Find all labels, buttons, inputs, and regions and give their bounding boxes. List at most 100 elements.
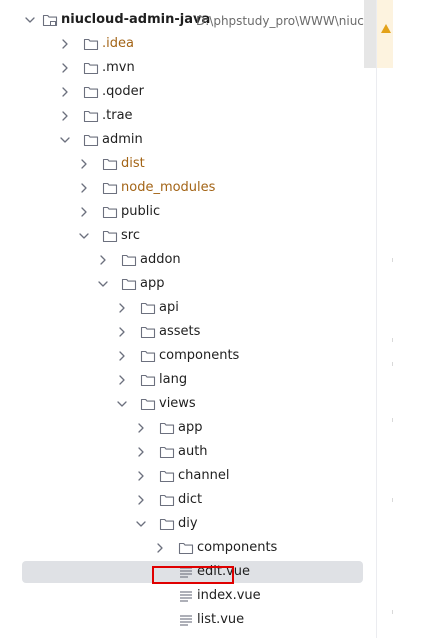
gutter-marker (392, 498, 393, 502)
tree-item-label: components (159, 348, 240, 363)
tree-item-label: assets (159, 324, 201, 339)
tree-folder-row[interactable]: dist (0, 153, 376, 175)
tree-folder-row[interactable]: node_modules (0, 177, 376, 199)
tree-item-label: app (178, 420, 203, 435)
chevron-right-icon[interactable] (135, 445, 147, 459)
warning-icon[interactable] (381, 24, 391, 33)
tree-folder-row[interactable]: .qoder (0, 81, 376, 103)
chevron-down-icon[interactable] (135, 517, 147, 531)
folder-icon (178, 540, 194, 556)
chevron-right-icon[interactable] (116, 301, 128, 315)
tree-item-label: app (140, 276, 165, 291)
chevron-right-icon[interactable] (116, 373, 128, 387)
tree-folder-row[interactable]: .mvn (0, 57, 376, 79)
tree-item-label: .idea (102, 36, 134, 51)
chevron-right-icon[interactable] (116, 349, 128, 363)
chevron-right-icon[interactable] (78, 205, 90, 219)
folder-icon (159, 492, 175, 508)
chevron-right-icon[interactable] (59, 85, 71, 99)
chevron-right-icon[interactable] (59, 37, 71, 51)
tree-folder-row[interactable]: src (0, 225, 376, 247)
tree-folder-row[interactable]: views (0, 393, 376, 415)
tree-folder-row[interactable]: niucloud-admin-java D:\phpstudy_pro\WWW\n… (0, 9, 376, 31)
tree-folder-row[interactable]: dict (0, 489, 376, 511)
tree-item-label: api (159, 300, 179, 315)
folder-icon (102, 228, 118, 244)
folder-icon (140, 396, 156, 412)
chevron-right-icon[interactable] (59, 61, 71, 75)
folder-icon (121, 252, 137, 268)
tree-item-label: niucloud-admin-java (61, 12, 211, 27)
folder-icon (83, 108, 99, 124)
folder-icon (102, 204, 118, 220)
tree-file-row[interactable]: index.vue (0, 585, 376, 607)
tree-folder-row[interactable]: auth (0, 441, 376, 463)
folder-icon (83, 60, 99, 76)
folder-icon (140, 348, 156, 364)
tree-folder-row[interactable]: assets (0, 321, 376, 343)
folder-icon (159, 444, 175, 460)
folder-icon (83, 36, 99, 52)
folder-icon (121, 276, 137, 292)
tree-item-label: public (121, 204, 161, 219)
chevron-down-icon[interactable] (116, 397, 128, 411)
folder-icon (102, 156, 118, 172)
tree-item-label: list.vue (197, 612, 245, 627)
tree-folder-row[interactable]: channel (0, 465, 376, 487)
tree-item-label: dist (121, 156, 145, 171)
tree-folder-row[interactable]: public (0, 201, 376, 223)
chevron-right-icon[interactable] (135, 469, 147, 483)
chevron-right-icon[interactable] (135, 421, 147, 435)
tree-folder-row[interactable]: lang (0, 369, 376, 391)
chevron-right-icon[interactable] (116, 325, 128, 339)
tree-folder-row[interactable]: app (0, 417, 376, 439)
chevron-down-icon[interactable] (24, 13, 36, 27)
tree-file-row[interactable]: list.vue (0, 609, 376, 631)
tree-folder-row[interactable]: .trae (0, 105, 376, 127)
gutter-marker (392, 258, 393, 262)
tree-item-label: views (159, 396, 196, 411)
gutter-marker (392, 418, 393, 422)
project-path: D:\phpstudy_pro\WWW\niuclo (196, 14, 375, 28)
editor-panel (377, 0, 426, 638)
tree-folder-row[interactable]: addon (0, 249, 376, 271)
chevron-right-icon[interactable] (78, 157, 90, 171)
gutter-marker (392, 338, 393, 342)
notification-strip[interactable] (377, 0, 393, 68)
gutter-marker (392, 610, 393, 614)
folder-icon (140, 372, 156, 388)
folder-icon (83, 132, 99, 148)
folder-icon (159, 516, 175, 532)
tree-item-label: channel (178, 468, 230, 483)
gutter-marker (392, 362, 393, 366)
tree-folder-row[interactable]: api (0, 297, 376, 319)
chevron-down-icon[interactable] (97, 277, 109, 291)
chevron-down-icon[interactable] (59, 133, 71, 147)
folder-icon (159, 420, 175, 436)
text-file-icon (178, 588, 194, 604)
tree-folder-row[interactable]: app (0, 273, 376, 295)
tree-folder-row[interactable]: diy (0, 513, 376, 535)
tree-item-label: components (197, 540, 278, 555)
chevron-right-icon[interactable] (135, 493, 147, 507)
chevron-down-icon[interactable] (78, 229, 90, 243)
tree-item-label: .qoder (102, 84, 144, 99)
tree-item-label: index.vue (197, 588, 261, 603)
project-tree: niucloud-admin-java D:\phpstudy_pro\WWW\n… (0, 0, 376, 638)
tree-folder-row[interactable]: .idea (0, 33, 376, 55)
chevron-right-icon[interactable] (154, 541, 166, 555)
tree-item-label: dict (178, 492, 203, 507)
chevron-right-icon[interactable] (59, 109, 71, 123)
chevron-right-icon[interactable] (78, 181, 90, 195)
annotation-highlight-box (152, 566, 234, 584)
tree-folder-row[interactable]: components (0, 537, 376, 559)
tree-item-label: .trae (102, 108, 133, 123)
tree-item-label: .mvn (102, 60, 135, 75)
chevron-right-icon[interactable] (97, 253, 109, 267)
tree-folder-row[interactable]: components (0, 345, 376, 367)
text-file-icon (178, 612, 194, 628)
tree-item-label: diy (178, 516, 198, 531)
folder-icon (83, 84, 99, 100)
scrollbar-thumb[interactable] (364, 0, 376, 68)
tree-folder-row[interactable]: admin (0, 129, 376, 151)
